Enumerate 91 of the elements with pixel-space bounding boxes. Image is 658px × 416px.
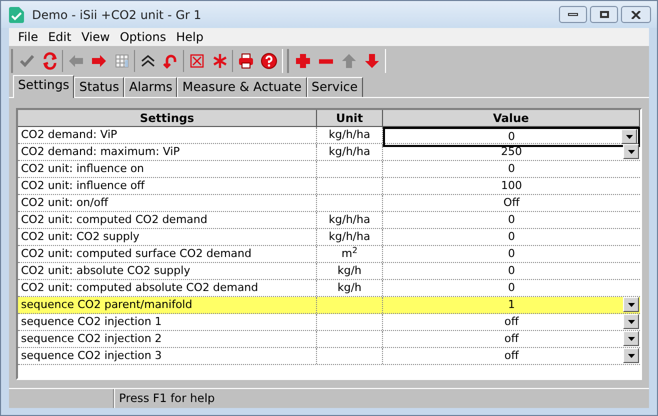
table-row[interactable]: CO2 unit: computed absolute CO2 demand kg/h 0 <box>18 280 640 297</box>
tab[interactable]: Alarms <box>124 77 178 97</box>
table-cell: CO2 unit: computed absolute CO2 demand <box>18 280 317 296</box>
check-icon <box>18 52 36 70</box>
value-cell[interactable]: 0 <box>383 246 640 262</box>
help-icon <box>260 52 278 70</box>
table-cell: CO2 unit: CO2 supply <box>18 229 317 245</box>
value-cell[interactable]: 0 <box>383 280 640 296</box>
table-cell: kg/h/ha <box>328 144 370 160</box>
minus-icon <box>318 58 332 64</box>
caret-icon <box>628 336 634 340</box>
table-row[interactable]: CO2 unit: absolute CO2 supply kg/h 0 <box>18 263 640 280</box>
menu-item[interactable]: File <box>13 28 44 46</box>
column-header: Value <box>383 110 640 127</box>
table-row[interactable]: CO2 unit: influence on 0 <box>18 161 640 178</box>
table-cell: CO2 unit: computed CO2 demand <box>18 212 317 228</box>
menu-item[interactable]: Options <box>114 28 172 46</box>
menu-item[interactable]: View <box>76 28 115 46</box>
undo-icon <box>162 52 180 70</box>
table-cell: CO2 unit: influence on <box>18 161 317 177</box>
table-row[interactable]: CO2 unit: influence off 100 <box>18 178 640 195</box>
table-row[interactable]: sequence CO2 parent/manifold 1 <box>18 297 640 314</box>
table-row[interactable]: sequence CO2 injection 1 off <box>18 314 640 331</box>
table-cell: sequence CO2 parent/manifold <box>18 297 317 313</box>
value-cell[interactable]: 100 <box>383 178 640 194</box>
table-cell: CO2 unit: influence off <box>18 178 317 194</box>
table-row[interactable]: sequence CO2 injection 3 off <box>18 348 640 365</box>
table-cell: kg/h/ha <box>328 212 370 228</box>
value-cell[interactable]: 0 <box>383 229 640 245</box>
table-cell: sequence CO2 injection 1 <box>18 314 317 330</box>
value-cell[interactable]: off <box>383 331 640 347</box>
close-button[interactable] <box>621 6 651 23</box>
dropdown-button[interactable] <box>621 129 637 144</box>
asterisk-icon <box>210 52 228 70</box>
table-row[interactable]: CO2 unit: computed surface CO2 demand m$^{2}$ 0 <box>18 246 640 263</box>
table-cell: CO2 unit: computed surface CO2 demand <box>18 246 317 262</box>
value-cell[interactable]: off <box>383 348 640 364</box>
table-cell: CO2 unit: absolute CO2 supply <box>18 263 317 279</box>
caret-icon <box>628 320 634 324</box>
app-icon <box>9 6 24 22</box>
tab[interactable]: Service <box>306 77 363 97</box>
arrow-up-icon <box>340 52 358 70</box>
caret-icon <box>628 302 634 306</box>
arrow-down-icon <box>362 52 380 70</box>
x-box-icon <box>188 52 206 70</box>
value-cell[interactable]: 0 <box>383 127 640 147</box>
window-title: Demo - iSii +CO2 unit - Gr 1 <box>32 6 202 24</box>
table-cell: kg/h <box>337 263 362 279</box>
tab[interactable]: Status <box>74 77 124 97</box>
caret-icon <box>626 134 632 138</box>
value-cell[interactable]: Off <box>383 195 640 211</box>
caret-icon <box>628 354 634 358</box>
minimize-button[interactable] <box>559 6 587 23</box>
dropdown-button[interactable] <box>623 314 639 329</box>
caret-icon <box>628 150 634 154</box>
close-icon <box>631 10 641 18</box>
table-cell: kg/h <box>337 280 362 296</box>
table-cell: sequence CO2 injection 2 <box>18 331 317 347</box>
menu-item[interactable]: Help <box>171 28 208 46</box>
table-row[interactable]: CO2 unit: computed CO2 demand kg/h/ha 0 <box>18 212 640 229</box>
table-row[interactable]: CO2 demand: maximum: ViP kg/h/ha 250 <box>18 144 640 161</box>
printer-icon <box>236 52 254 70</box>
table-cell: CO2 unit: on/off <box>18 195 317 211</box>
arrow-right-icon <box>90 52 108 70</box>
dropdown-button[interactable] <box>623 348 639 363</box>
tab[interactable]: Measure & Actuate <box>177 77 307 97</box>
dropdown-button[interactable] <box>623 331 639 346</box>
menu-item[interactable]: Edit <box>43 28 76 46</box>
status-text: Press F1 for help <box>114 389 215 408</box>
table-cell: sequence CO2 injection 3 <box>18 348 317 364</box>
table-cell-text: kg/h/ha <box>328 127 370 143</box>
dropdown-button[interactable] <box>623 144 639 159</box>
value-cell[interactable]: off <box>383 314 640 330</box>
table-row[interactable]: CO2 unit: on/off Off <box>18 195 640 212</box>
table-row[interactable]: CO2 unit: CO2 supply kg/h/ha 0 <box>18 229 640 246</box>
value-cell[interactable]: 0 <box>383 263 640 279</box>
table-row[interactable]: sequence CO2 injection 2 off <box>18 331 640 348</box>
dropdown-button[interactable] <box>623 297 639 312</box>
table-cell: m$^{2}$ <box>342 246 358 262</box>
grid-icon <box>112 52 130 70</box>
value-cell[interactable]: 250 <box>383 144 640 160</box>
value-cell[interactable]: 1 <box>383 297 640 313</box>
tab[interactable]: Settings <box>13 75 74 98</box>
table-cell: CO2 demand: maximum: ViP <box>18 144 317 160</box>
table-cell: kg/h/ha <box>328 229 370 245</box>
table-row[interactable]: CO2 demand: ViP kg/h/ha 0 <box>18 127 640 144</box>
refresh-icon <box>40 52 58 70</box>
plus-icon <box>294 52 312 70</box>
value-cell[interactable]: 0 <box>383 161 640 177</box>
maximize-button[interactable] <box>590 6 618 23</box>
value-cell[interactable]: 0 <box>383 212 640 228</box>
